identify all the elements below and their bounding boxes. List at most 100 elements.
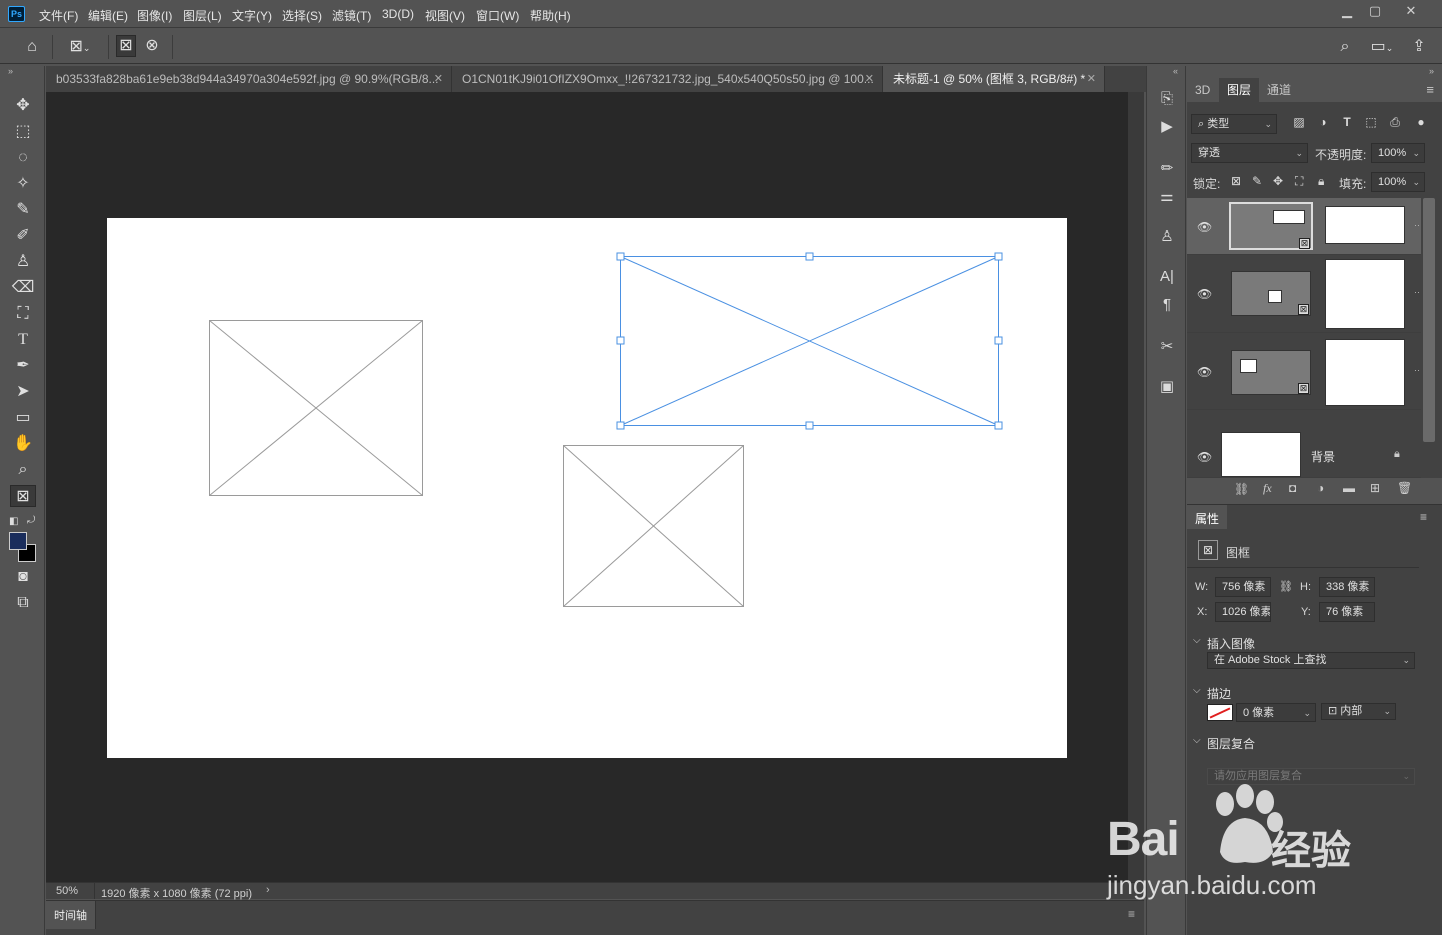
quick-mask-icon[interactable]: ◙ [10, 566, 36, 588]
lock-position-icon[interactable]: ✥ [1273, 174, 1283, 188]
stroke-color-swatch[interactable] [1207, 704, 1233, 721]
frame-2[interactable] [563, 445, 744, 607]
close-icon[interactable]: ✕ [865, 66, 874, 92]
vertical-scrollbar[interactable] [1128, 92, 1144, 882]
magic-wand-tool-icon[interactable]: ✧ [10, 173, 36, 195]
visibility-eye-icon[interactable]: 👁︎ [1197, 365, 1212, 379]
menu-select[interactable]: 选择(S) [282, 7, 322, 24]
tab-layers[interactable]: 图层 [1219, 78, 1260, 102]
frame-1[interactable] [209, 320, 423, 496]
fill-field[interactable]: 100% ⌄ [1371, 172, 1425, 192]
layers-scrollbar[interactable] [1423, 198, 1435, 442]
close-icon[interactable]: ✕ [1396, 2, 1426, 20]
chevron-down-icon[interactable]: ⌵ [1193, 685, 1201, 696]
stroke-position-select[interactable]: ⊡ 内部 ⌄ [1321, 703, 1396, 720]
character-icon[interactable]: A| [1155, 266, 1179, 288]
pen-tool-icon[interactable]: ✒ [10, 355, 36, 377]
chevron-right-icon[interactable]: › [266, 884, 270, 896]
panel-menu-icon[interactable]: ≡ [1128, 907, 1135, 921]
frame-tool-icon[interactable]: ⊠⌄ [62, 37, 98, 58]
height-field[interactable]: 338 像素 [1319, 577, 1375, 597]
type-filter-icon[interactable]: T [1339, 115, 1355, 129]
chevron-down-icon[interactable]: ⌵ [1193, 735, 1201, 746]
type-tool-icon[interactable]: T [10, 329, 36, 351]
shape-filter-icon[interactable]: ⬚ [1363, 115, 1379, 129]
menu-file[interactable]: 文件(F) [39, 7, 78, 24]
tab-document-3[interactable]: 未标题-1 @ 50% (图框 3, RGB/8#) * ✕ [883, 66, 1105, 92]
timeline-tab[interactable]: 时间轴 [46, 901, 96, 929]
menu-filter[interactable]: 滤镜(T) [332, 7, 371, 24]
foreground-color-swatch[interactable] [9, 532, 27, 550]
link-icon[interactable]: ⛓ [1279, 580, 1293, 593]
stamp-tool-icon[interactable]: ♙ [10, 251, 36, 273]
visibility-eye-icon[interactable]: 👁︎ [1197, 450, 1212, 464]
healing-brush-tool-icon[interactable]: ✐ [10, 225, 36, 247]
menu-image[interactable]: 图像(I) [137, 7, 172, 24]
layer-row-frame-3[interactable]: 👁︎ ⊠ ·· [1187, 198, 1421, 255]
pixel-filter-icon[interactable]: ▨ [1291, 115, 1307, 129]
hand-tool-icon[interactable]: ✋ [10, 433, 36, 455]
libraries-icon[interactable]: ▣ [1155, 376, 1179, 398]
opacity-field[interactable]: 100% ⌄ [1371, 143, 1425, 163]
tab-3d[interactable]: 3D [1187, 78, 1218, 102]
visibility-eye-icon[interactable]: 👁︎ [1197, 220, 1212, 234]
layer-row-frame-1[interactable]: 👁︎ ⊠ ·· [1187, 333, 1421, 410]
clone-source-icon[interactable]: ♙ [1155, 226, 1179, 248]
x-field[interactable]: 1026 像素 [1215, 602, 1271, 622]
path-selection-tool-icon[interactable]: ➤ [10, 381, 36, 403]
add-mask-icon[interactable]: ◘ [1289, 481, 1296, 495]
actions-play-icon[interactable]: ▶ [1155, 116, 1179, 138]
home-icon[interactable]: ⌂ [20, 37, 44, 57]
close-icon[interactable]: ✕ [1087, 66, 1096, 92]
frame-3-selected[interactable] [616, 252, 1003, 430]
menu-edit[interactable]: 编辑(E) [88, 7, 128, 24]
brush-settings-icon[interactable]: ✏ [1155, 158, 1179, 180]
document-canvas[interactable] [107, 218, 1067, 758]
link-layers-icon[interactable]: ⛓ [1234, 482, 1249, 496]
adjustment-layer-icon[interactable]: ◑ [1317, 481, 1324, 495]
folder-icon[interactable]: ▬ [1343, 481, 1355, 495]
zoom-tool-icon[interactable]: ⌕ [10, 459, 36, 481]
share-icon[interactable]: ⇪ [1408, 37, 1430, 57]
paragraph-icon[interactable]: ¶ [1155, 294, 1179, 316]
rectangle-frame-icon[interactable]: ⊠ [116, 35, 136, 57]
minimize-icon[interactable]: ▁ [1332, 2, 1362, 20]
paint-bucket-tool-icon[interactable]: ⛶ [10, 303, 36, 325]
tab-properties[interactable]: 属性 [1187, 505, 1227, 529]
lock-all-icon[interactable]: 🔒︎ [1318, 174, 1324, 189]
menu-3d[interactable]: 3D(D) [382, 7, 414, 21]
adjustment-filter-icon[interactable]: ◑ [1315, 115, 1331, 129]
filter-toggle-icon[interactable]: ● [1413, 115, 1429, 129]
menu-help[interactable]: 帮助(H) [530, 7, 571, 24]
marquee-tool-icon[interactable]: ⬚ [10, 121, 36, 143]
trash-icon[interactable]: 🗑︎ [1397, 481, 1412, 495]
width-field[interactable]: 756 像素 [1215, 577, 1271, 597]
frame-tool-icon[interactable]: ⊠ [10, 485, 36, 507]
panel-menu-icon[interactable]: ≡ [1420, 510, 1427, 524]
restore-icon[interactable]: ▢ [1360, 2, 1390, 20]
history-icon[interactable]: ⎘ [1155, 88, 1179, 110]
collapse-icon[interactable]: « [1173, 66, 1178, 76]
ellipse-frame-icon[interactable]: ⊗ [142, 36, 162, 56]
rectangle-tool-icon[interactable]: ▭ [10, 407, 36, 429]
blend-mode-select[interactable]: 穿透 ⌄ [1191, 143, 1308, 163]
lock-image-icon[interactable]: ✎ [1252, 174, 1262, 188]
lasso-tool-icon[interactable]: ◌ [10, 147, 36, 169]
adjustments-icon[interactable]: ⚌ [1155, 186, 1179, 208]
close-icon[interactable]: ✕ [434, 66, 443, 92]
layer-row-frame-2[interactable]: 👁︎ ⊠ ·· [1187, 255, 1421, 333]
layer-row-background[interactable]: 👁︎ 背景 🔒︎ [1187, 410, 1421, 478]
collapse-icon[interactable]: » [8, 66, 13, 76]
insert-image-select[interactable]: 在 Adobe Stock 上查找 ⌄ [1207, 652, 1415, 669]
lock-transparent-icon[interactable]: ⊠ [1231, 174, 1241, 188]
menu-window[interactable]: 窗口(W) [476, 7, 519, 24]
tab-document-2[interactable]: O1CN01tKJ9i01OfIZX9Omxx_!!267321732.jpg_… [452, 66, 883, 92]
menu-view[interactable]: 视图(V) [425, 7, 465, 24]
menu-layer[interactable]: 图层(L) [183, 7, 222, 24]
eraser-tool-icon[interactable]: ⌫ [10, 277, 36, 299]
new-layer-icon[interactable]: ⊞ [1370, 481, 1380, 495]
default-colors-icon[interactable]: ◧ [9, 516, 18, 527]
smart-object-filter-icon[interactable]: ⎙ [1387, 115, 1403, 130]
menu-type[interactable]: 文字(Y) [232, 7, 272, 24]
lock-artboard-icon[interactable]: ⛶ [1295, 174, 1303, 189]
